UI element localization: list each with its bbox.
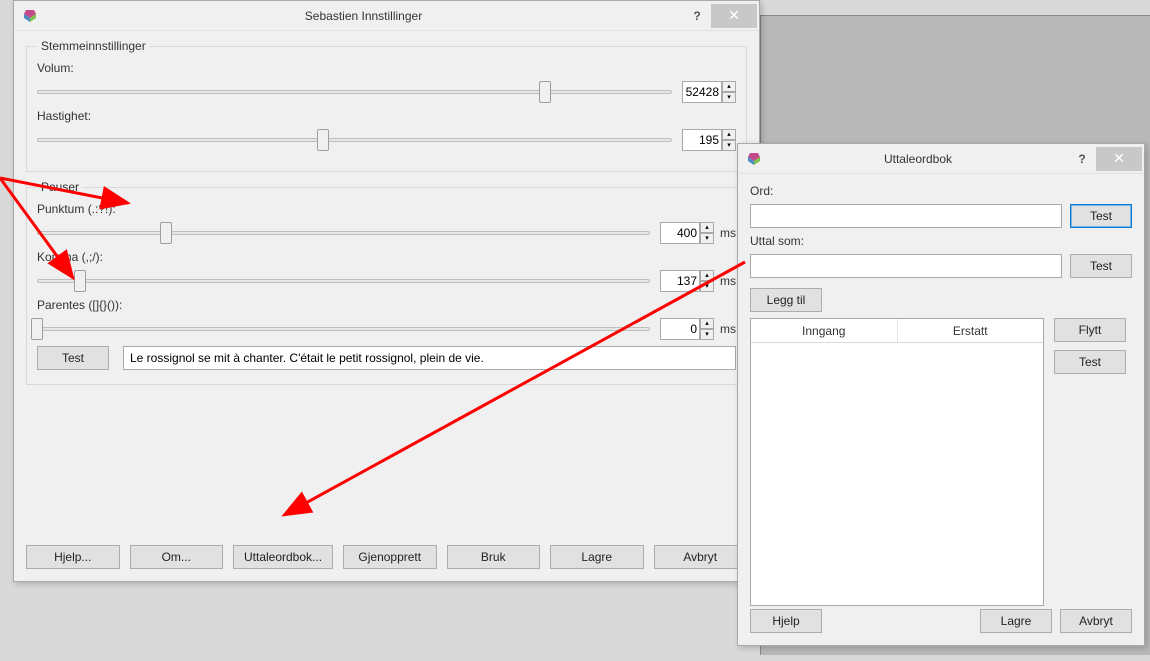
volume-down[interactable]: ▾ (722, 92, 736, 103)
help-button[interactable]: Hjelp... (26, 545, 120, 569)
speed-thumb[interactable] (317, 129, 329, 151)
speed-slider[interactable] (37, 129, 672, 151)
dict-title: Uttaleordbok (768, 152, 1068, 166)
paren-slider[interactable] (37, 318, 650, 340)
pronounce-test-button[interactable]: Test (1070, 254, 1132, 278)
word-label: Ord: (750, 184, 1132, 198)
period-slider[interactable] (37, 222, 650, 244)
dict-dialog: Uttaleordbok ? ✕ Ord: Test Uttal som: Te… (737, 143, 1145, 646)
comma-label: Komma (,;/): (37, 250, 736, 264)
apply-button[interactable]: Bruk (447, 545, 541, 569)
paren-unit: ms (720, 322, 736, 336)
volume-slider[interactable] (37, 81, 672, 103)
pronounce-label: Uttal som: (750, 234, 1132, 248)
settings-dialog: Sebastien Innstillinger ? ✕ Stemmeinnsti… (13, 0, 760, 582)
dict-save-button[interactable]: Lagre (980, 609, 1052, 633)
grid-test-button[interactable]: Test (1054, 350, 1126, 374)
period-up[interactable]: ▴ (700, 222, 714, 233)
pronounce-input[interactable] (750, 254, 1062, 278)
period-label: Punktum (.:?!): (37, 202, 736, 216)
voice-legend: Stemmeinnstillinger (37, 39, 150, 53)
volume-up[interactable]: ▴ (722, 81, 736, 92)
col-replace[interactable]: Erstatt (898, 319, 1044, 342)
pause-group: Pauser Punktum (.:?!): ▴ ▾ ms Komma (,;/… (26, 180, 747, 385)
speed-spin[interactable] (682, 129, 722, 151)
app-icon (22, 8, 38, 24)
add-button[interactable]: Legg til (750, 288, 822, 312)
period-down[interactable]: ▾ (700, 233, 714, 244)
speed-label: Hastighet: (37, 109, 736, 123)
paren-down[interactable]: ▾ (700, 329, 714, 340)
volume-label: Volum: (37, 61, 736, 75)
speed-up[interactable]: ▴ (722, 129, 736, 140)
paren-spin[interactable] (660, 318, 700, 340)
comma-down[interactable]: ▾ (700, 281, 714, 292)
comma-spin[interactable] (660, 270, 700, 292)
test-button[interactable]: Test (37, 346, 109, 370)
speed-down[interactable]: ▾ (722, 140, 736, 151)
volume-spin[interactable] (682, 81, 722, 103)
dict-help-button[interactable]: Hjelp (750, 609, 822, 633)
word-test-button[interactable]: Test (1070, 204, 1132, 228)
help-icon[interactable]: ? (1068, 147, 1096, 171)
voice-group: Stemmeinnstillinger Volum: ▴ ▾ Hastighet… (26, 39, 747, 172)
dict-titlebar: Uttaleordbok ? ✕ (738, 144, 1144, 174)
settings-button-row: Hjelp... Om... Uttaleordbok... Gjenoppre… (26, 545, 747, 569)
move-button[interactable]: Flytt (1054, 318, 1126, 342)
period-unit: ms (720, 226, 736, 240)
dict-cancel-button[interactable]: Avbryt (1060, 609, 1132, 633)
cancel-button[interactable]: Avbryt (654, 545, 748, 569)
paren-thumb[interactable] (31, 318, 43, 340)
col-in[interactable]: Inngang (751, 319, 898, 342)
test-text-input[interactable] (123, 346, 736, 370)
restore-button[interactable]: Gjenopprett (343, 545, 437, 569)
dict-button[interactable]: Uttaleordbok... (233, 545, 333, 569)
help-icon[interactable]: ? (683, 4, 711, 28)
period-thumb[interactable] (160, 222, 172, 244)
comma-up[interactable]: ▴ (700, 270, 714, 281)
grid-header: Inngang Erstatt (751, 319, 1043, 343)
volume-thumb[interactable] (539, 81, 551, 103)
about-button[interactable]: Om... (130, 545, 224, 569)
comma-slider[interactable] (37, 270, 650, 292)
settings-titlebar: Sebastien Innstillinger ? ✕ (14, 1, 759, 31)
save-button[interactable]: Lagre (550, 545, 644, 569)
period-spin[interactable] (660, 222, 700, 244)
close-icon[interactable]: ✕ (1096, 147, 1142, 171)
entries-grid[interactable]: Inngang Erstatt (750, 318, 1044, 606)
close-icon[interactable]: ✕ (711, 4, 757, 28)
settings-title: Sebastien Innstillinger (44, 9, 683, 23)
paren-label: Parentes ([]{}()): (37, 298, 736, 312)
comma-unit: ms (720, 274, 736, 288)
app-icon (746, 151, 762, 167)
word-input[interactable] (750, 204, 1062, 228)
paren-up[interactable]: ▴ (700, 318, 714, 329)
pause-legend: Pauser (37, 180, 83, 194)
comma-thumb[interactable] (74, 270, 86, 292)
